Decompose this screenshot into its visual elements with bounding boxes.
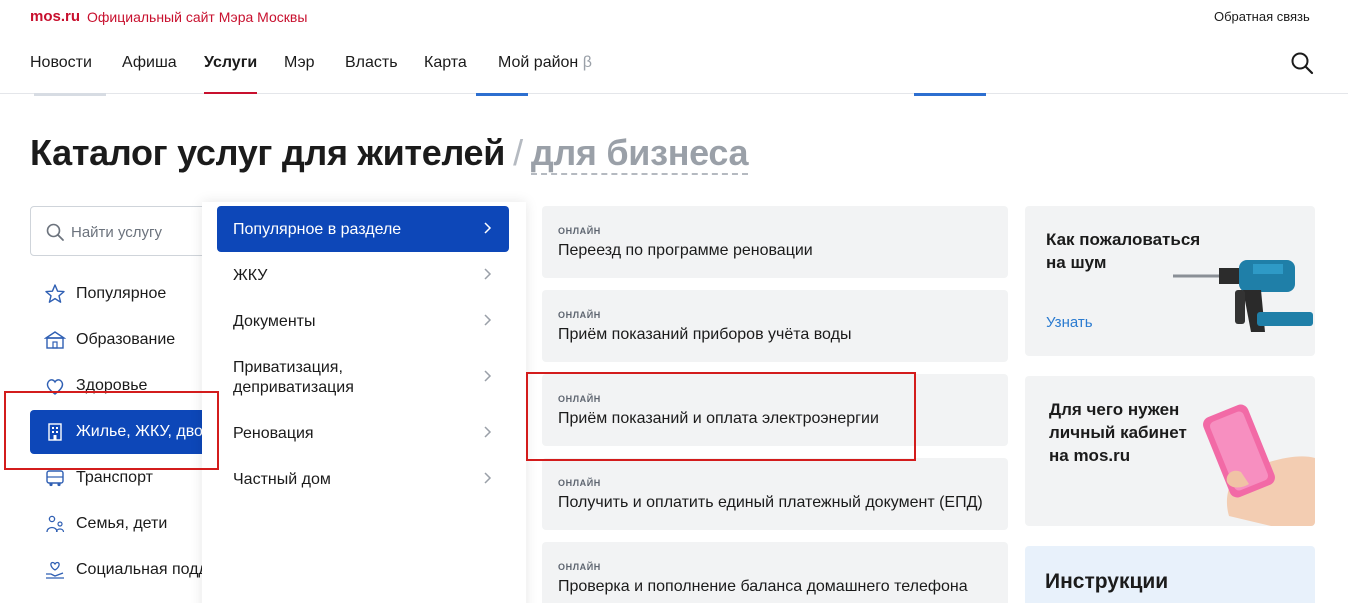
service-card[interactable]: ОНЛАЙН Приём показаний и оплата электроэ… xyxy=(542,374,1008,446)
banner-stripe xyxy=(914,93,986,96)
subcategory-popular[interactable]: Популярное в разделе xyxy=(217,206,509,252)
bus-icon xyxy=(44,467,66,489)
chevron-right-icon xyxy=(479,220,495,236)
feedback-link[interactable]: Обратная связь xyxy=(1214,9,1310,24)
service-title: Переезд по программе реновации xyxy=(558,242,813,259)
subcategory-label: Приватизация, деприватизация xyxy=(233,359,354,396)
promo-noise-complaint[interactable]: Как пожаловаться на шум Узнать xyxy=(1025,206,1315,356)
beta-badge: β xyxy=(582,54,592,71)
online-badge: ОНЛАЙН xyxy=(558,310,601,320)
category-popular[interactable]: Популярное xyxy=(30,272,230,316)
subcategory-label: Реновация xyxy=(233,425,314,442)
service-card[interactable]: ОНЛАЙН Приём показаний приборов учёта во… xyxy=(542,290,1008,362)
page-title: Каталог услуг для жителей / для бизнеса xyxy=(30,132,749,175)
promo-personal-account[interactable]: Для чего нужен личный кабинет на mos.ru xyxy=(1025,376,1315,526)
chevron-right-icon xyxy=(479,470,495,486)
category-label: Семья, дети xyxy=(76,515,168,532)
promo-link[interactable]: Узнать xyxy=(1046,314,1093,331)
nav-item-mayor[interactable]: Мэр xyxy=(284,54,315,72)
subcategory-label: Популярное в разделе xyxy=(233,221,402,238)
drill-icon xyxy=(1173,250,1315,340)
subcategory-zhku[interactable]: ЖКУ xyxy=(217,252,509,298)
chevron-right-icon xyxy=(479,368,495,384)
family-icon xyxy=(44,513,66,535)
subcategory-documents[interactable]: Документы xyxy=(217,298,509,344)
nav-item-services[interactable]: Услуги xyxy=(204,54,258,94)
category-label: Популярное xyxy=(76,285,167,302)
title-separator: / xyxy=(513,132,523,173)
category-education[interactable]: Образование xyxy=(30,318,230,362)
service-title: Проверка и пополнение баланса домашнего … xyxy=(558,578,968,595)
category-housing[interactable]: Жилье, ЖКУ, дво xyxy=(30,410,230,454)
search-icon xyxy=(45,222,65,242)
chevron-right-icon xyxy=(479,312,495,328)
phone-in-hand-icon xyxy=(1201,398,1315,526)
subcategory-menu: Популярное в разделе ЖКУ Документы Прива… xyxy=(202,202,526,603)
promo-title: Инструкции xyxy=(1045,570,1169,593)
service-search[interactable] xyxy=(30,206,230,256)
nav-item-afisha[interactable]: Афиша xyxy=(122,54,177,72)
online-badge: ОНЛАЙН xyxy=(558,478,601,488)
nav-item-my-district-label: Мой район xyxy=(498,54,579,71)
promo-instructions[interactable]: Инструкции xyxy=(1025,546,1315,603)
search-input[interactable] xyxy=(71,219,221,245)
top-bar: mos.ru Официальный сайт Мэра Москвы Обра… xyxy=(0,0,1348,34)
page: mos.ru Официальный сайт Мэра Москвы Обра… xyxy=(0,0,1348,603)
subcategory-renovation[interactable]: Реновация xyxy=(217,410,509,456)
building-icon xyxy=(44,421,66,443)
chevron-right-icon xyxy=(479,266,495,282)
service-title: Приём показаний приборов учёта воды xyxy=(558,326,852,343)
service-title: Получить и оплатить единый платежный док… xyxy=(558,494,983,511)
category-label: Образование xyxy=(76,331,176,348)
school-icon xyxy=(43,329,67,351)
subcategory-label: Частный дом xyxy=(233,471,331,488)
service-title: Приём показаний и оплата электроэнергии xyxy=(558,410,879,427)
promo-title: Для чего нужен личный кабинет на mos.ru xyxy=(1049,400,1187,465)
title-residents: Каталог услуг для жителей xyxy=(30,132,506,173)
subcategory-label: Документы xyxy=(233,313,316,330)
nav-item-my-district[interactable]: Мой район β xyxy=(498,54,592,72)
category-social[interactable]: Социальная подд xyxy=(30,548,230,592)
banner-stripe xyxy=(34,93,106,96)
site-logo[interactable]: mos.ru xyxy=(30,8,80,25)
nav-item-news[interactable]: Новости xyxy=(30,54,92,72)
category-label: Социальная подд xyxy=(76,561,208,578)
subcategory-label: ЖКУ xyxy=(233,267,268,284)
main-nav: Новости Афиша Услуги Мэр Власть Карта Мо… xyxy=(0,34,1348,94)
social-care-icon xyxy=(44,559,66,581)
category-family[interactable]: Семья, дети xyxy=(30,502,230,546)
online-badge: ОНЛАЙН xyxy=(558,226,601,236)
banner-stripe xyxy=(476,93,528,96)
service-card[interactable]: ОНЛАЙН Проверка и пополнение баланса дом… xyxy=(542,542,1008,603)
category-label: Жилье, ЖКУ, дво xyxy=(76,423,203,440)
title-business-link[interactable]: для бизнеса xyxy=(530,132,749,175)
category-label: Здоровье xyxy=(76,377,148,394)
service-card[interactable]: ОНЛАЙН Получить и оплатить единый платеж… xyxy=(542,458,1008,530)
star-icon xyxy=(44,283,66,305)
subcategory-private-house[interactable]: Частный дом xyxy=(217,456,509,502)
category-label: Транспорт xyxy=(76,469,153,486)
chevron-right-icon xyxy=(479,424,495,440)
subcategory-privatization[interactable]: Приватизация, деприватизация xyxy=(217,344,509,410)
online-badge: ОНЛАЙН xyxy=(558,562,601,572)
category-transport[interactable]: Транспорт xyxy=(30,456,230,500)
health-icon xyxy=(44,375,66,397)
category-health[interactable]: Здоровье xyxy=(30,364,230,408)
service-card[interactable]: ОНЛАЙН Переезд по программе реновации xyxy=(542,206,1008,278)
nav-item-authority[interactable]: Власть xyxy=(345,54,398,72)
nav-item-map[interactable]: Карта xyxy=(424,54,467,72)
site-title[interactable]: Официальный сайт Мэра Москвы xyxy=(87,9,307,25)
search-icon[interactable] xyxy=(1290,51,1314,75)
online-badge: ОНЛАЙН xyxy=(558,394,601,404)
